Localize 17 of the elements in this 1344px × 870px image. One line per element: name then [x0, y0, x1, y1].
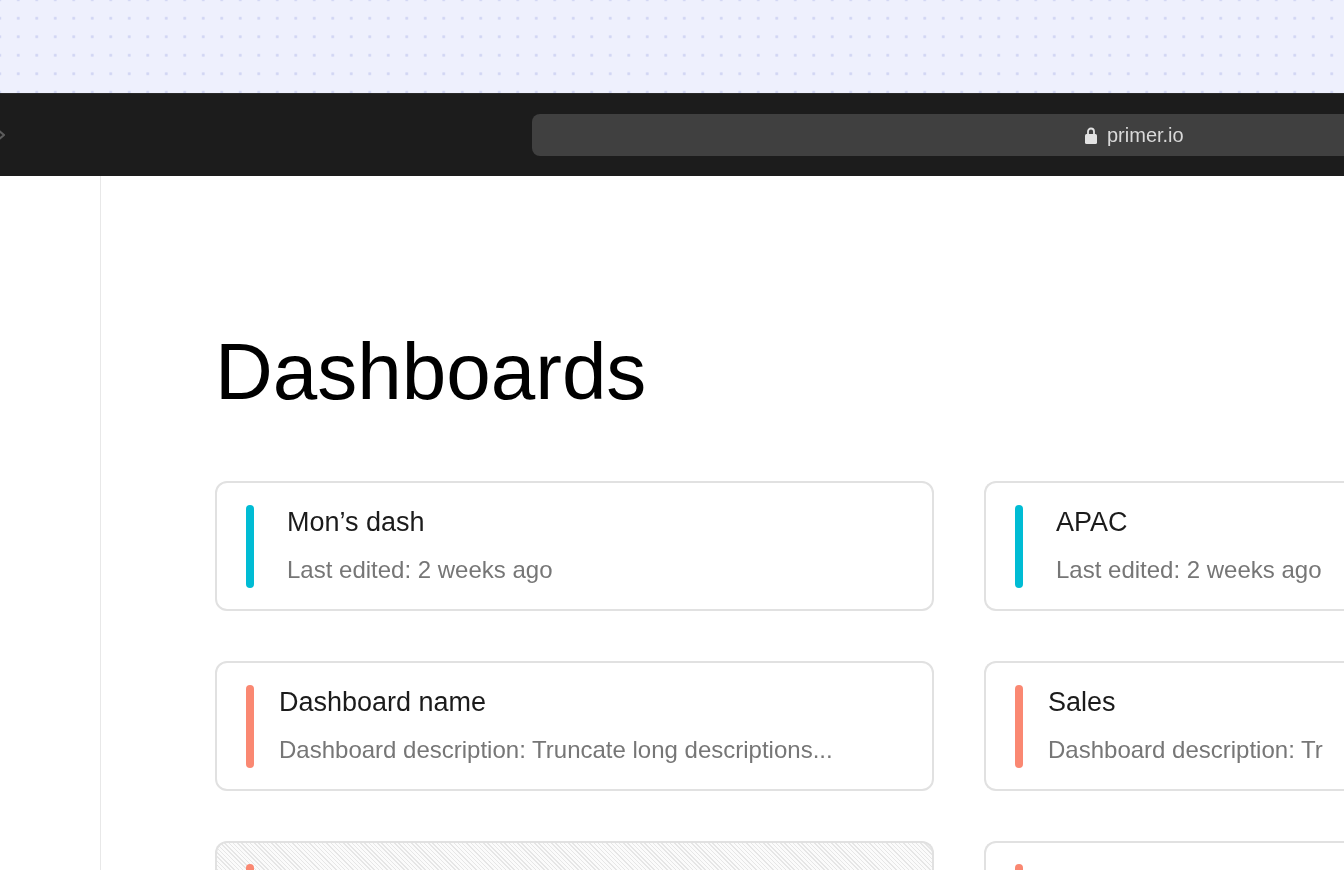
- description-text: Dashboard description: Truncate long descriptions...: [279, 735, 833, 765]
- dashboard-card[interactable]: Sales Dashboard description: Tr: [984, 661, 1344, 791]
- page-title: Dashboards: [215, 332, 647, 412]
- description-text: Dashboard description: Tr: [1048, 735, 1323, 765]
- dashboard-card[interactable]: [984, 841, 1344, 870]
- last-edited-text: Last edited: 2 weeks ago: [287, 555, 553, 585]
- card-title: Mon’s dash: [287, 506, 425, 538]
- chevron-right-icon[interactable]: [0, 129, 5, 141]
- dashboard-card[interactable]: APAC Last edited: 2 weeks ago: [984, 481, 1344, 611]
- card-title: Dashboard name: [279, 686, 487, 718]
- address-bar[interactable]: primer.io: [532, 114, 1344, 156]
- last-edited-text: Last edited: 2 weeks ago: [1056, 555, 1322, 585]
- dashboard-card[interactable]: Mon’s dash Last edited: 2 weeks ago: [215, 481, 934, 611]
- dashboard-card[interactable]: [215, 841, 934, 870]
- dashboard-card[interactable]: Dashboard name Dashboard description: Truncate long descriptions...: [215, 661, 934, 791]
- card-title: Sales: [1048, 686, 1116, 718]
- card-title: APAC: [1056, 506, 1128, 538]
